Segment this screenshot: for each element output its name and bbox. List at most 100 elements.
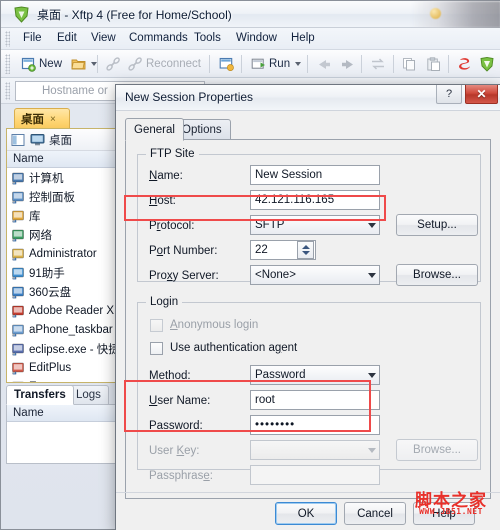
transfer-window-button[interactable]	[217, 53, 236, 75]
userkey-label: User Key:	[149, 445, 200, 457]
menu-help[interactable]: Help	[291, 32, 315, 44]
setup-button[interactable]: Setup...	[396, 214, 478, 236]
paste-button[interactable]	[424, 53, 443, 75]
tab-transfers[interactable]: Transfers	[6, 385, 74, 405]
computer-icon	[11, 171, 25, 185]
method-chevron-down-icon[interactable]	[368, 373, 376, 378]
sync-browsing-button[interactable]	[368, 53, 388, 75]
hostbar-grip[interactable]	[5, 82, 10, 100]
copy-button[interactable]	[400, 53, 419, 75]
list-item[interactable]: aPhone_taskbar	[7, 320, 123, 339]
dialog-help-icon[interactable]: ?	[436, 85, 462, 104]
connect-button[interactable]	[104, 53, 123, 75]
reconnect-button[interactable]: Reconnect	[126, 53, 203, 75]
panel-tab-desktop[interactable]: 桌面 ×	[14, 108, 70, 129]
list-item[interactable]: 网络	[7, 225, 123, 244]
username-input[interactable]: root	[250, 390, 380, 410]
name-input[interactable]: New Session	[250, 165, 380, 185]
toolbar-grip[interactable]	[5, 54, 10, 74]
dialog-close-icon[interactable]: ✕	[465, 85, 498, 104]
method-select[interactable]: Password	[250, 365, 380, 385]
app-shortcut-icon	[11, 342, 25, 356]
list-item-label: Administrator	[29, 247, 97, 260]
setup-button-label: Setup...	[417, 219, 457, 231]
back-button[interactable]	[314, 53, 334, 75]
userkey-browse-button[interactable]: Browse...	[396, 439, 478, 461]
auth-agent-label: Use authentication agent	[170, 342, 298, 354]
menu-edit[interactable]: Edit	[57, 32, 77, 44]
protocol-select[interactable]: SFTP	[250, 215, 380, 235]
proxy-chevron-down-icon[interactable]	[368, 273, 376, 278]
list-item-label: 网络	[29, 229, 52, 242]
tab-logs[interactable]: Logs	[68, 385, 109, 405]
menu-view[interactable]: View	[91, 32, 116, 44]
list-item[interactable]: 360云盘	[7, 282, 123, 301]
host-input[interactable]: 42.121.116.165	[250, 190, 380, 210]
password-input[interactable]: ••••••••	[250, 415, 380, 435]
list-item-label: 控制面板	[29, 191, 75, 204]
panel-tab-close-icon[interactable]: ×	[50, 114, 56, 125]
path-bar[interactable]: 桌面	[7, 129, 123, 151]
proxy-select[interactable]: <None>	[250, 265, 380, 285]
list-item-label: EditPlus	[29, 361, 72, 374]
userkey-select[interactable]	[250, 440, 380, 460]
protocol-label: Protocol:	[149, 220, 195, 232]
menu-commands[interactable]: Commands	[129, 32, 188, 44]
list-item[interactable]: EditPlus	[7, 358, 123, 377]
toolbar-separator-7	[448, 55, 449, 73]
anonymous-login-checkbox[interactable]	[150, 319, 163, 332]
tab-general[interactable]: General	[125, 118, 184, 141]
protocol-chevron-down-icon[interactable]	[368, 223, 376, 228]
list-item-label: Adobe Reader X	[29, 304, 115, 317]
new-session-properties-dialog: New Session Properties ? ✕ General Optio…	[115, 84, 500, 530]
list-item[interactable]: eclipse.exe - 快捷	[7, 339, 123, 358]
file-list[interactable]: 计算机控制面板库网络 Administrator 91助手 360云盘 Adobe Re…	[7, 168, 123, 382]
list-item[interactable]: 控制面板	[7, 187, 123, 206]
cancel-button[interactable]: Cancel	[344, 502, 406, 525]
app-shortcut-icon	[11, 380, 25, 382]
help-button[interactable]: Help	[413, 502, 475, 525]
app-root: 桌面 - Xftp 4 (Free for Home/School) File …	[0, 0, 500, 530]
run-dropdown-caret-icon[interactable]	[295, 62, 302, 66]
new-session-label: New	[39, 58, 63, 70]
panel-toggle-icon[interactable]	[11, 133, 26, 147]
list-item-label: 库	[29, 210, 41, 223]
list-item-label: eclipse.exe - 快捷	[29, 343, 120, 356]
xshell-button[interactable]	[455, 53, 475, 75]
auth-agent-checkbox[interactable]	[150, 342, 163, 355]
copy-icon	[403, 58, 415, 71]
panel-tab-row: 桌面 ×	[6, 107, 124, 129]
list-item[interactable]: 库	[7, 206, 123, 225]
list-item[interactable]: Administrator	[7, 244, 123, 263]
open-session-button[interactable]	[69, 53, 99, 75]
list-item[interactable]: Adobe Reader X	[7, 301, 123, 320]
run-button[interactable]: Run	[249, 53, 303, 75]
host-label: Host:	[149, 195, 176, 207]
new-session-button[interactable]: New	[19, 53, 64, 75]
paste-icon	[427, 57, 440, 71]
xftp-button[interactable]	[477, 53, 497, 75]
passphrase-input[interactable]	[250, 465, 380, 485]
port-stepper[interactable]	[297, 241, 314, 259]
list-item[interactable]: Evernote	[7, 377, 123, 382]
menu-tools[interactable]: Tools	[194, 32, 221, 44]
list-item[interactable]: 91助手	[7, 263, 123, 282]
list-item[interactable]: 计算机	[7, 168, 123, 187]
titlebar-right-overlay	[411, 1, 500, 28]
transfers-column-header[interactable]: Name	[7, 405, 123, 422]
method-label: Method:	[149, 370, 191, 382]
forward-button[interactable]	[338, 53, 358, 75]
proxy-browse-button[interactable]: Browse...	[396, 264, 478, 286]
dialog-footer: OK Cancel Help	[116, 492, 500, 530]
menubar-grip[interactable]	[5, 31, 10, 47]
menu-file[interactable]: File	[23, 32, 42, 44]
dialog-title: New Session Properties	[125, 90, 254, 104]
port-stepper-up-icon[interactable]	[301, 245, 310, 249]
column-header-name[interactable]: Name	[7, 151, 123, 168]
ok-button[interactable]: OK	[275, 502, 337, 525]
userkey-chevron-down-icon[interactable]	[368, 448, 376, 453]
toolbar-separator-2	[209, 55, 210, 73]
menu-window[interactable]: Window	[236, 32, 277, 44]
port-stepper-down-icon[interactable]	[301, 251, 310, 255]
new-session-icon	[21, 57, 36, 72]
